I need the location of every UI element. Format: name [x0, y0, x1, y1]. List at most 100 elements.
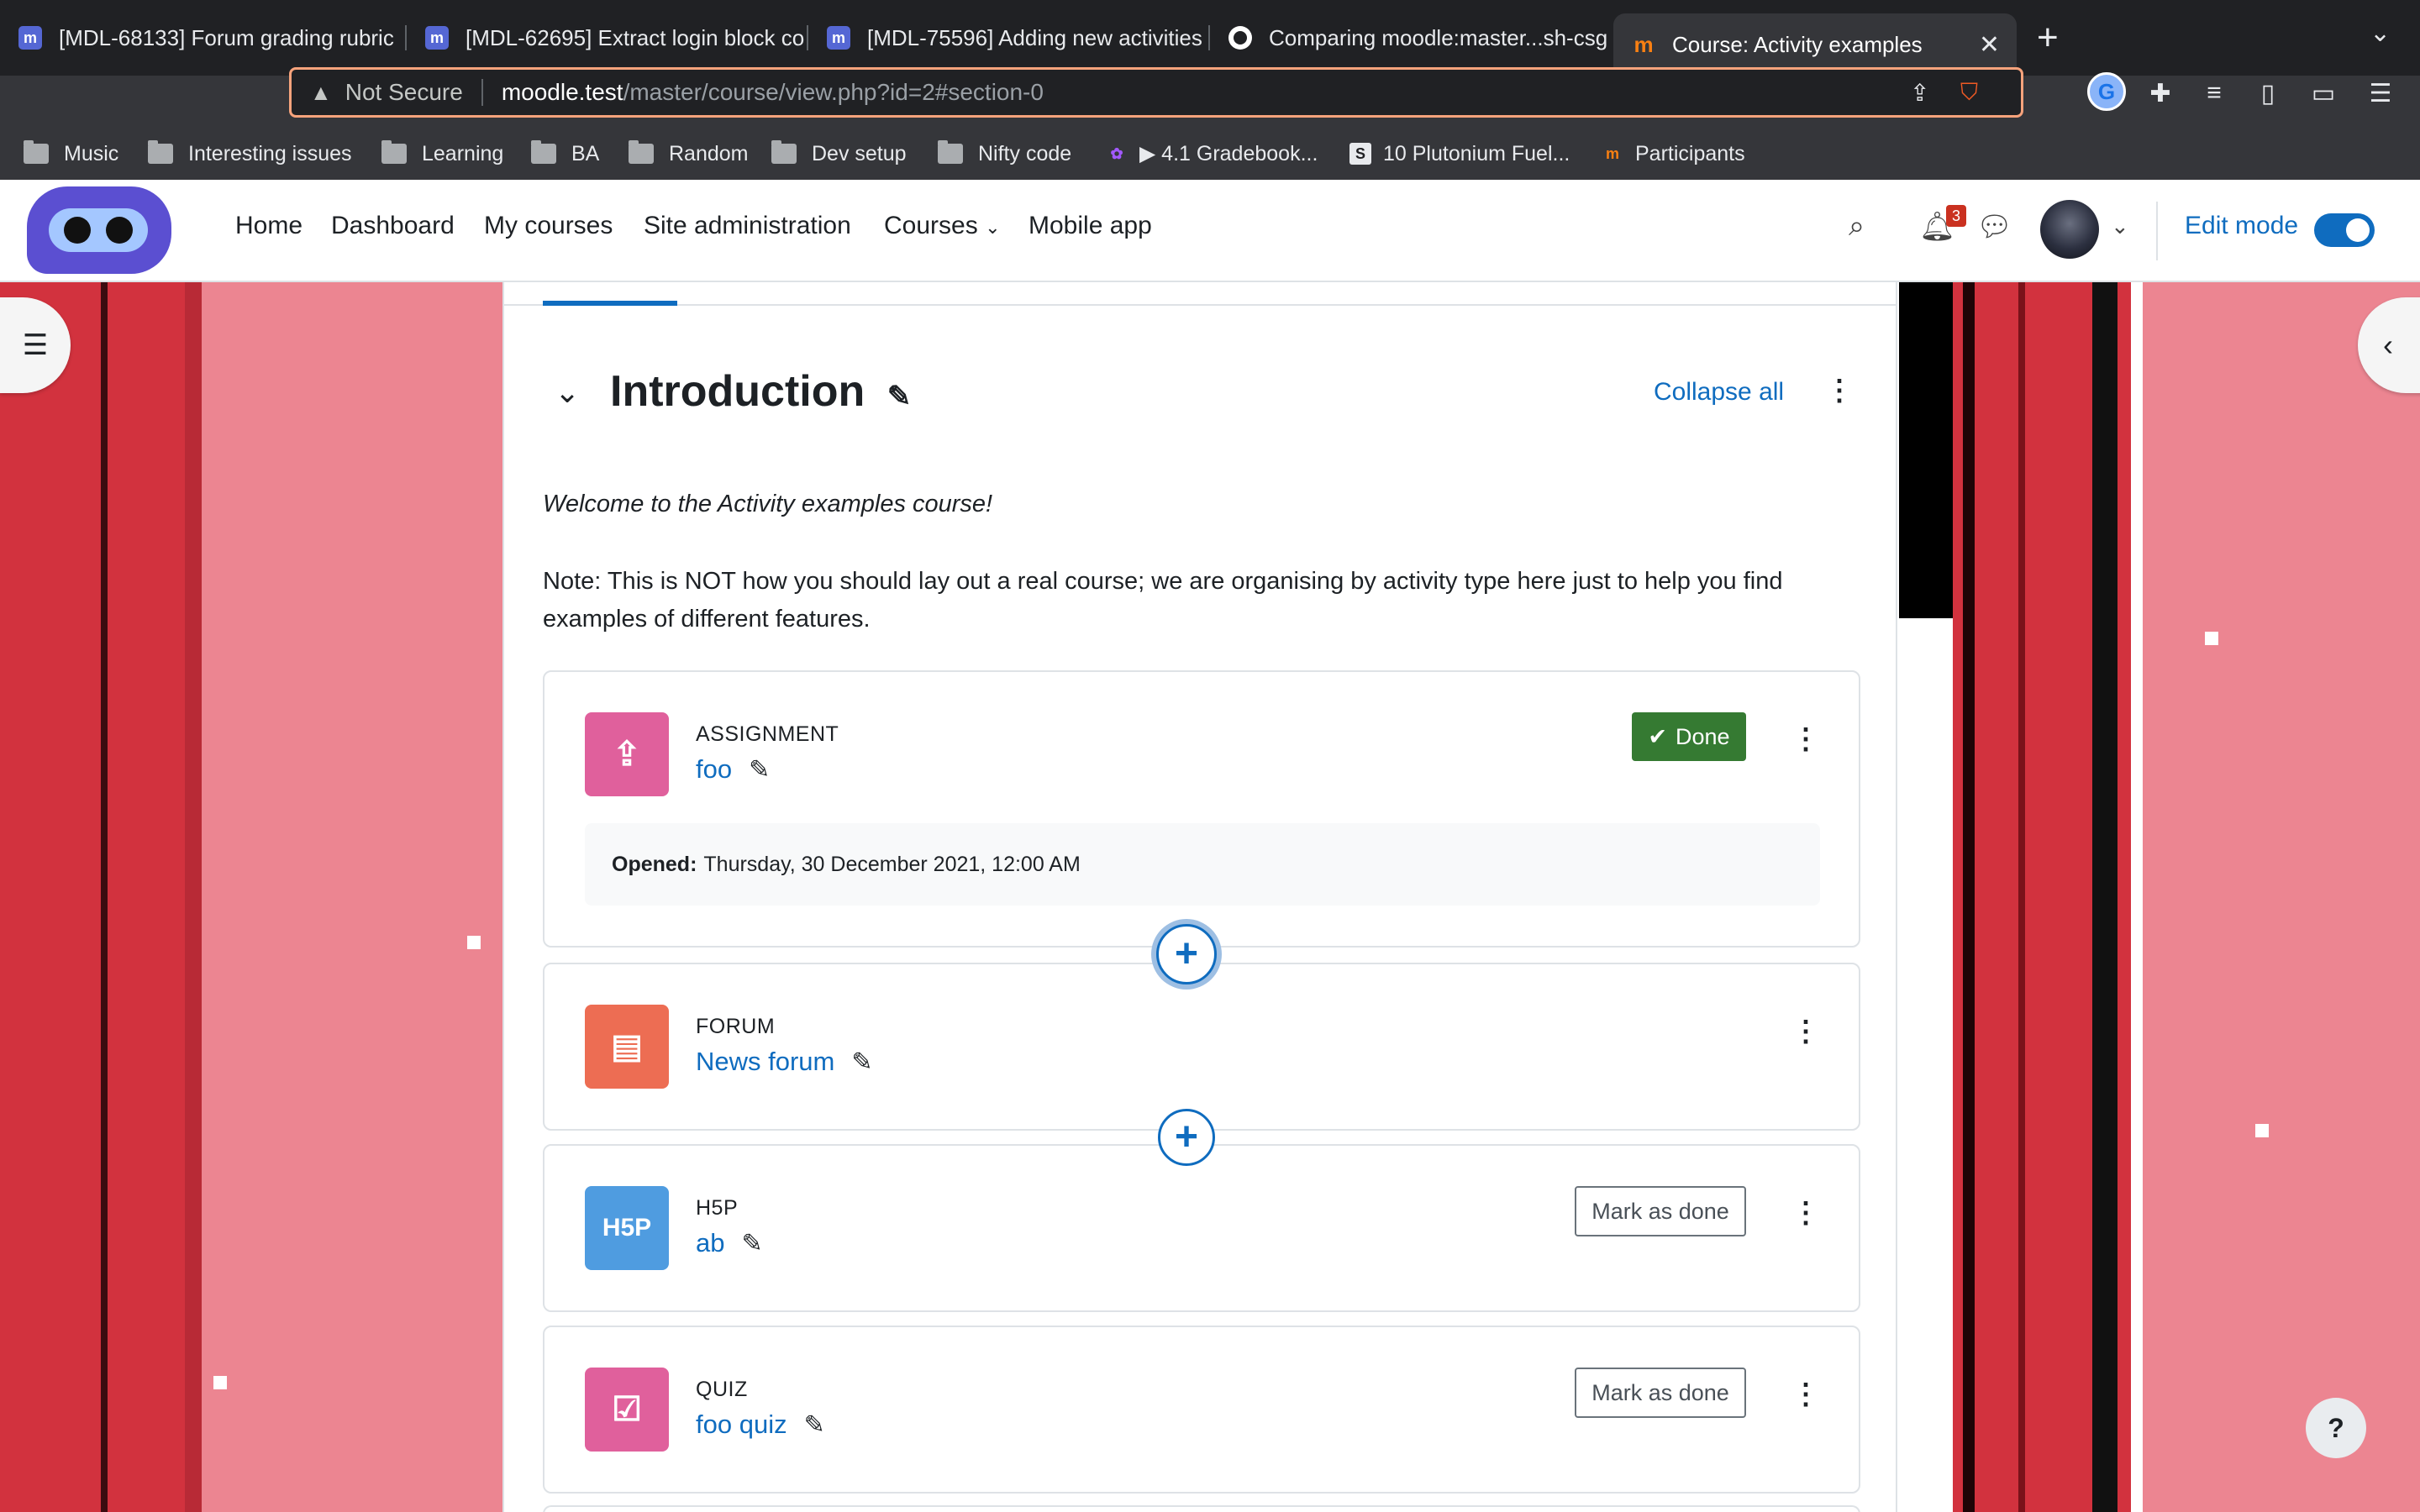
- folder-icon: [381, 140, 407, 164]
- tab-title: [MDL-75596] Adding new activities: [867, 24, 1202, 50]
- bookmark-folder[interactable]: BA: [531, 129, 599, 178]
- folder-icon: [771, 140, 797, 164]
- url-host: moodle.test: [501, 79, 623, 105]
- date-value: Thursday, 30 December 2021, 12:00 AM: [703, 852, 1081, 876]
- completion-done-button[interactable]: ✔ Done: [1632, 712, 1746, 761]
- message-icon[interactable]: 💬︎: [1976, 210, 2012, 244]
- nav-dashboard[interactable]: Dashboard: [331, 212, 455, 240]
- plus-icon: +: [1174, 932, 1199, 976]
- bookmark-link[interactable]: m Participants: [1602, 129, 1745, 178]
- list-icon: ☰: [22, 329, 49, 361]
- chevron-left-icon: ‹: [2383, 328, 2393, 362]
- site-logo[interactable]: [27, 186, 171, 274]
- wallet-icon[interactable]: ▭: [2302, 72, 2344, 114]
- bookmark-link[interactable]: S 10 Plutonium Fuel...: [1349, 129, 1570, 178]
- activity-name[interactable]: News forum ✎: [696, 1047, 873, 1077]
- pencil-icon[interactable]: ✎: [804, 1410, 825, 1440]
- warning-icon: ▲: [310, 79, 332, 105]
- chevron-down-icon[interactable]: ⌄: [555, 375, 580, 410]
- bookmark-folder[interactable]: Interesting issues: [148, 129, 352, 178]
- check-icon: ✔: [1648, 723, 1668, 749]
- activity-name[interactable]: ab ✎: [696, 1228, 763, 1258]
- bookmark-folder[interactable]: Nifty code: [938, 129, 1071, 178]
- forum-chat-icon: ▤: [585, 1005, 669, 1089]
- activity-type: H5P: [696, 1196, 739, 1220]
- nav-my-courses[interactable]: My courses: [484, 212, 613, 240]
- mark-as-done-button[interactable]: Mark as done: [1575, 1368, 1746, 1418]
- browser-tab[interactable]: Comparing moodle:master...sh-csg: [1210, 13, 1612, 62]
- add-activity-button[interactable]: +: [1156, 924, 1217, 984]
- user-avatar[interactable]: [2040, 200, 2099, 259]
- browser-tab-active[interactable]: m Course: Activity examples ✕: [1613, 13, 2017, 76]
- nav-home[interactable]: Home: [235, 212, 302, 240]
- chevron-down-icon[interactable]: ⌄: [2370, 18, 2391, 48]
- pencil-icon[interactable]: ✎: [887, 380, 912, 413]
- tab-title: Comparing moodle:master...sh-csg: [1269, 24, 1608, 50]
- playlist-icon[interactable]: ≡: [2193, 72, 2235, 114]
- pencil-icon[interactable]: ✎: [749, 755, 770, 785]
- menu-icon[interactable]: ☰: [2360, 72, 2402, 114]
- collapse-all-link[interactable]: Collapse all: [1654, 378, 1784, 407]
- kebab-menu-icon[interactable]: ⋮: [1791, 1378, 1820, 1411]
- pencil-icon[interactable]: ✎: [851, 1047, 872, 1077]
- browser-tab[interactable]: m [MDL-68133] Forum grading rubric: [0, 13, 407, 62]
- help-button[interactable]: ?: [2306, 1398, 2366, 1458]
- moodle-icon: m: [1634, 31, 1654, 57]
- bookmark-folder[interactable]: Learning: [381, 129, 503, 178]
- kebab-menu-icon[interactable]: ⋮: [1791, 1196, 1820, 1230]
- activity-name-text[interactable]: foo: [696, 754, 732, 784]
- bookmark-folder[interactable]: Music: [24, 129, 118, 178]
- bookmark-folder[interactable]: Dev setup: [771, 129, 907, 178]
- bookmark-folder[interactable]: Random: [629, 129, 749, 178]
- brave-shield-icon[interactable]: ⛉: [1960, 70, 1978, 115]
- add-activity-button[interactable]: +: [1158, 1109, 1215, 1166]
- activity-card: [543, 1505, 1860, 1512]
- address-bar[interactable]: ▲ Not Secure moodle.test /master/course/…: [289, 67, 2023, 118]
- chevron-down-icon[interactable]: ⌄: [2111, 213, 2129, 239]
- nav-courses-label: Courses: [884, 212, 978, 239]
- new-tab-icon[interactable]: +: [2037, 17, 2059, 59]
- section-summary: Note: This is NOT how you should lay out…: [543, 568, 1783, 633]
- extensions-icon[interactable]: ✚: [2139, 72, 2181, 114]
- bookmark-label: 10 Plutonium Fuel...: [1383, 141, 1570, 165]
- section-title-text: Introduction: [610, 367, 865, 416]
- activity-dates: Opened: Thursday, 30 December 2021, 12:0…: [585, 823, 1820, 906]
- kebab-menu-icon[interactable]: ⋮: [1825, 376, 1854, 405]
- bookmark-label: Dev setup: [812, 141, 907, 165]
- bookmark-label: Interesting issues: [188, 141, 352, 165]
- search-icon[interactable]: ⌕: [1849, 210, 1865, 243]
- sidebar-icon[interactable]: ▯: [2247, 72, 2289, 114]
- kebab-menu-icon[interactable]: ⋮: [1791, 722, 1820, 756]
- active-tab-indicator: [543, 301, 677, 306]
- mark-as-done-button[interactable]: Mark as done: [1575, 1186, 1746, 1236]
- browser-tab[interactable]: m [MDL-62695] Extract login block co: [407, 13, 808, 62]
- notification-badge: 3: [1946, 205, 1966, 227]
- bookmark-label: Participants: [1635, 141, 1745, 165]
- bookmark-link[interactable]: ✿ ▶ 4.1 Gradebook...: [1106, 129, 1318, 178]
- activity-card-h5p: H5P H5P ab ✎ Mark as done ⋮: [543, 1144, 1860, 1312]
- h5p-icon: H5P: [585, 1186, 669, 1270]
- pencil-icon[interactable]: ✎: [741, 1229, 762, 1258]
- share-icon[interactable]: ⇪: [1910, 70, 1929, 115]
- edit-mode-toggle[interactable]: [2314, 213, 2375, 247]
- browser-tab[interactable]: m [MDL-75596] Adding new activities: [808, 13, 1210, 62]
- activity-name-text[interactable]: News forum: [696, 1047, 834, 1076]
- section-title: Introduction ✎: [610, 366, 911, 417]
- bookmark-label: Random: [669, 141, 749, 165]
- kebab-menu-icon[interactable]: ⋮: [1791, 1015, 1820, 1048]
- nav-courses[interactable]: Courses ⌄: [884, 212, 1001, 240]
- tab-title: Course: Activity examples: [1672, 31, 1923, 57]
- profile-icon[interactable]: G: [2087, 72, 2126, 111]
- activity-name[interactable]: foo quiz ✎: [696, 1410, 825, 1440]
- activity-type: FORUM: [696, 1015, 776, 1038]
- browser-tab-bar: m [MDL-68133] Forum grading rubric m [MD…: [0, 0, 2420, 76]
- url-path: /master/course/view.php?id=2#section-0: [623, 79, 1044, 105]
- nav-site-administration[interactable]: Site administration: [644, 212, 851, 240]
- activity-name[interactable]: foo ✎: [696, 754, 770, 785]
- close-icon[interactable]: ✕: [1979, 30, 2000, 60]
- nav-mobile-app[interactable]: Mobile app: [1028, 212, 1152, 240]
- quiz-check-icon: ☑: [585, 1368, 669, 1452]
- activity-name-text[interactable]: ab: [696, 1228, 724, 1257]
- bookmark-label: Music: [64, 141, 119, 165]
- activity-name-text[interactable]: foo quiz: [696, 1410, 787, 1439]
